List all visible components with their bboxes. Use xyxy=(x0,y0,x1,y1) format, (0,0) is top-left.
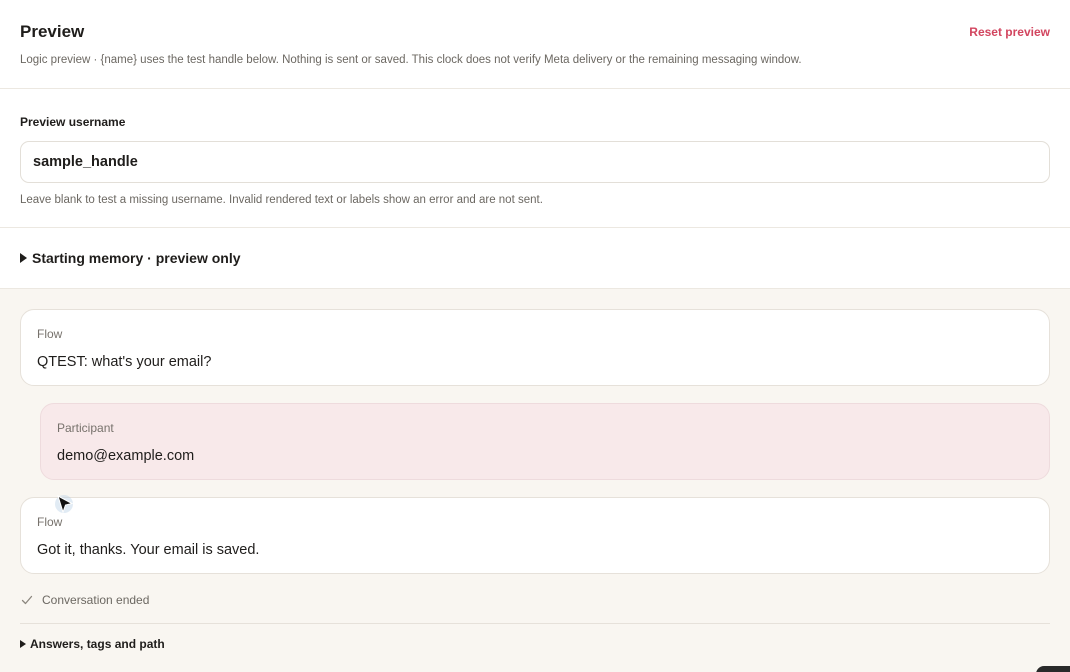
flow-message: Flow Got it, thanks. Your email is saved… xyxy=(20,497,1050,574)
preview-panel: Preview Logic preview · {name} uses the … xyxy=(0,0,1070,672)
answers-disclosure-toggle[interactable]: Answers, tags and path xyxy=(20,637,1050,651)
check-icon xyxy=(21,595,33,605)
conversation-area: Flow QTEST: what's your email? Participa… xyxy=(0,289,1070,672)
username-input[interactable] xyxy=(20,141,1050,183)
memory-disclosure-toggle[interactable]: Starting memory · preview only xyxy=(20,250,241,266)
message-text: demo@example.com xyxy=(57,448,195,464)
username-section: Preview username Leave blank to test a m… xyxy=(0,89,1070,228)
cursor-icon xyxy=(55,494,74,514)
triangle-right-icon xyxy=(20,640,26,648)
triangle-right-icon xyxy=(20,253,27,263)
message-role: Flow xyxy=(37,515,63,529)
memory-label: Starting memory · preview only xyxy=(32,250,241,266)
message-text: Got it, thanks. Your email is saved. xyxy=(37,542,260,558)
overlay-corner xyxy=(1036,666,1070,672)
flow-message: Flow QTEST: what's your email? xyxy=(20,309,1050,386)
message-text: QTEST: what's your email? xyxy=(37,354,212,370)
answers-label: Answers, tags and path xyxy=(30,637,165,651)
username-label: Preview username xyxy=(20,115,126,129)
conversation-status: Conversation ended xyxy=(20,592,1050,608)
memory-section: Starting memory · preview only xyxy=(0,228,1070,289)
message-role: Participant xyxy=(57,421,114,435)
divider xyxy=(20,623,1050,624)
reset-preview-button[interactable]: Reset preview xyxy=(969,25,1050,39)
message-role: Flow xyxy=(37,327,63,341)
page-title: Preview xyxy=(20,22,85,41)
preview-description: Logic preview · {name} uses the test han… xyxy=(20,54,802,66)
preview-header: Preview Logic preview · {name} uses the … xyxy=(0,0,1070,89)
participant-message: Participant demo@example.com xyxy=(40,403,1050,480)
status-text: Conversation ended xyxy=(42,593,150,607)
username-hint: Leave blank to test a missing username. … xyxy=(20,194,543,206)
